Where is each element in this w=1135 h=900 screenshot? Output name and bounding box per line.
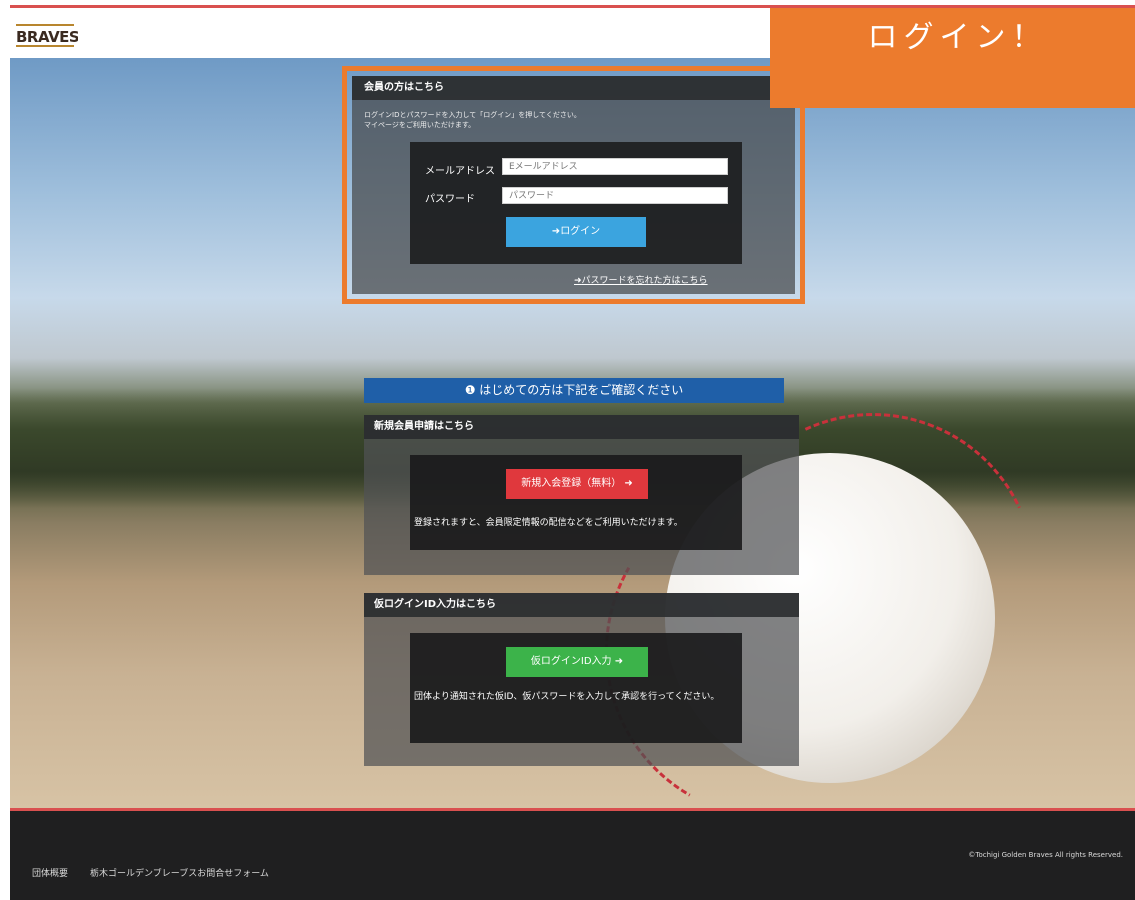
- temp-login-panel: 仮ログインID入力はこちら 仮ログインID入力 ➜ 団体より通知された仮ID、仮…: [364, 593, 799, 766]
- password-input[interactable]: [502, 187, 728, 204]
- first-time-info-bar: ❶ はじめての方は下記をご確認ください: [364, 378, 784, 403]
- temp-login-button[interactable]: 仮ログインID入力 ➜: [506, 647, 648, 677]
- login-arrow-icon: ➜: [551, 226, 561, 237]
- arrow-right-icon: ➜: [574, 276, 582, 286]
- temp-login-heading: 仮ログインID入力はこちら: [364, 593, 799, 617]
- temp-login-box: 仮ログインID入力 ➜ 団体より通知された仮ID、仮パスワードを入力して承認を行…: [410, 633, 742, 743]
- new-member-box: 新規入会登録（無料） ➜ 登録されますと、会員限定情報の配信などをご利用いただけ…: [410, 455, 742, 550]
- password-label: パスワード: [425, 194, 475, 205]
- login-callout: ログイン！: [770, 8, 1135, 108]
- copyright: ©Tochigi Golden Braves All rights Reserv…: [968, 851, 1123, 859]
- new-registration-label: 新規入会登録（無料）: [521, 478, 622, 489]
- temp-login-note: 団体より通知された仮ID、仮パスワードを入力して承認を行ってください。: [414, 692, 720, 702]
- login-button[interactable]: ➜ログイン: [506, 217, 646, 247]
- new-member-heading: 新規会員申請はこちら: [364, 415, 799, 439]
- braves-logo[interactable]: BRAVES: [14, 20, 78, 50]
- login-button-label: ログイン: [560, 226, 601, 237]
- svg-text:BRAVES: BRAVES: [16, 28, 78, 46]
- email-input[interactable]: [502, 158, 728, 175]
- callout-text: ログイン！: [867, 20, 1048, 55]
- info-bar-text: はじめての方は下記をご確認ください: [479, 383, 684, 397]
- site-footer: 団体概要 栃木ゴールデンブレーブスお問合せフォーム ©Tochigi Golde…: [10, 808, 1135, 900]
- login-panel-heading: 会員の方はこちら: [352, 76, 795, 100]
- new-member-panel: 新規会員申請はこちら 新規入会登録（無料） ➜ 登録されますと、会員限定情報の配…: [364, 415, 799, 575]
- footer-link-about[interactable]: 団体概要: [32, 866, 68, 879]
- login-description-line: マイページをご利用いただけます。: [364, 121, 476, 129]
- forgot-password-label: パスワードを忘れた方はこちら: [581, 276, 708, 286]
- arrow-right-icon: ➜: [614, 656, 624, 667]
- login-form: メールアドレス パスワード ➜ログイン: [410, 142, 742, 264]
- login-description-line: ログインIDとパスワードを入力して「ログイン」を押してください。: [364, 111, 581, 119]
- browser-frame: BRAVES 会員の方はこちら ログインIDとパスワードを入力して「ログイン」を…: [10, 5, 1135, 900]
- member-login-panel: 会員の方はこちら ログインIDとパスワードを入力して「ログイン」を押してください…: [352, 76, 795, 294]
- info-circle-icon: ❶: [464, 383, 476, 397]
- email-label: メールアドレス: [425, 166, 495, 177]
- temp-login-label: 仮ログインID入力: [530, 656, 612, 667]
- new-member-note: 登録されますと、会員限定情報の配信などをご利用いただけます。: [414, 518, 683, 528]
- arrow-right-icon: ➜: [624, 478, 633, 489]
- footer-link-contact[interactable]: 栃木ゴールデンブレーブスお問合せフォーム: [90, 866, 269, 879]
- forgot-password-link[interactable]: ➜パスワードを忘れた方はこちら: [574, 273, 708, 286]
- new-registration-button[interactable]: 新規入会登録（無料） ➜: [506, 469, 648, 499]
- login-description: ログインIDとパスワードを入力して「ログイン」を押してください。 マイページをご…: [364, 110, 784, 130]
